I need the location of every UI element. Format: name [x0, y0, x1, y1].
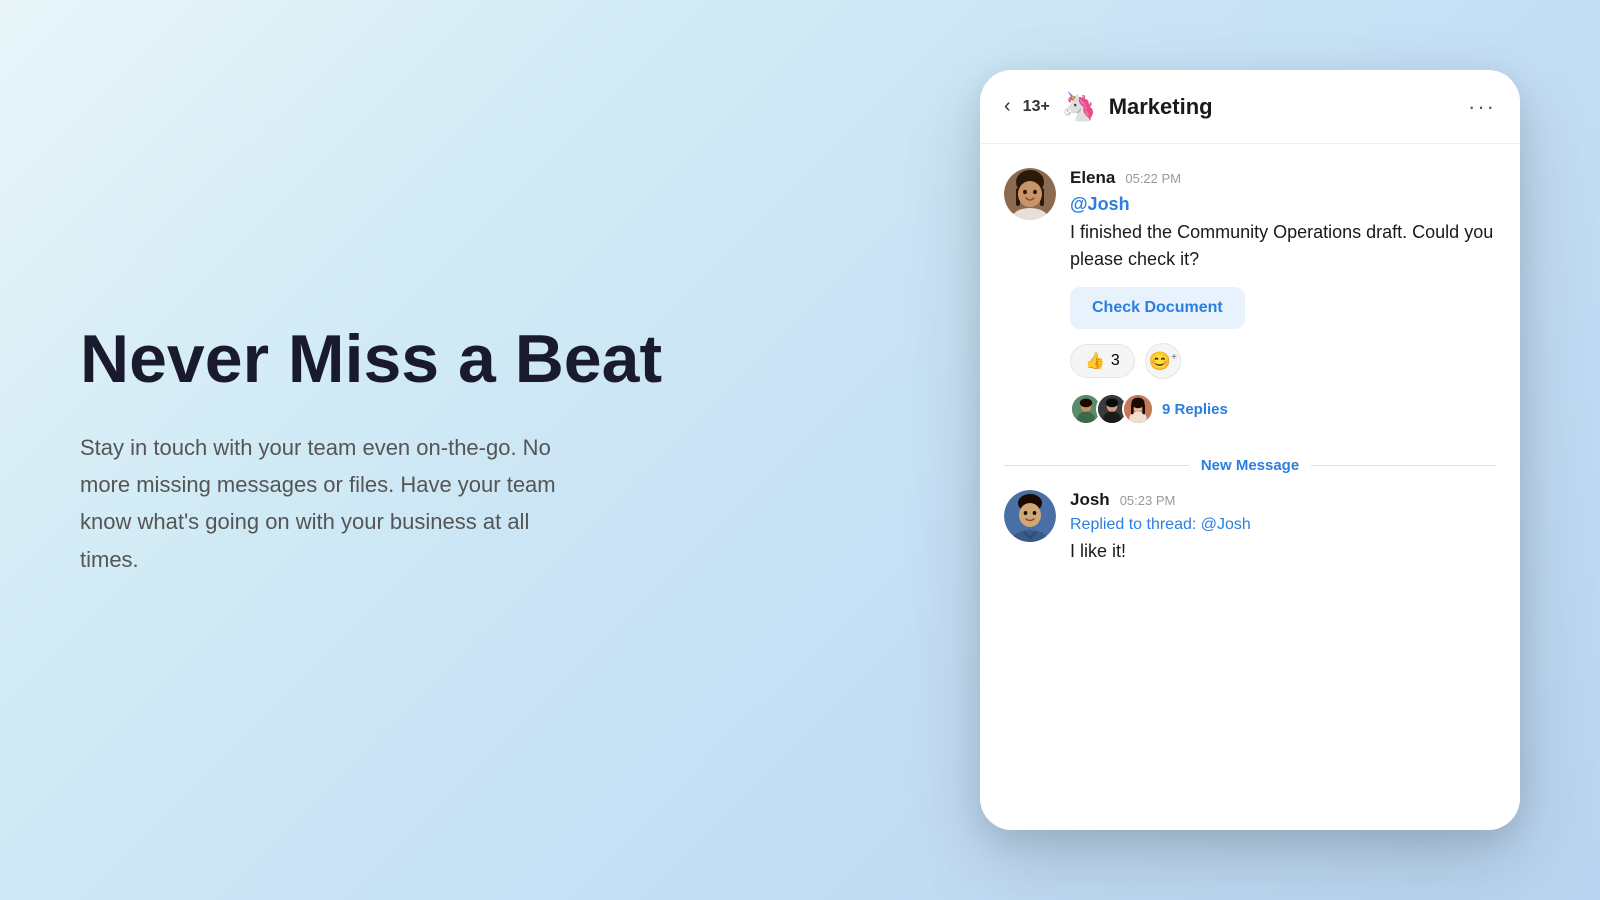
replies-link[interactable]: 9 Replies	[1162, 401, 1228, 418]
add-reaction-button[interactable]: 😊+	[1145, 343, 1181, 379]
josh-time: 05:23 PM	[1120, 493, 1176, 508]
reply-avatar-3	[1122, 393, 1154, 425]
hero-title: Never Miss a Beat	[80, 322, 670, 397]
josh-text: I like it!	[1070, 538, 1496, 565]
elena-time: 05:22 PM	[1125, 171, 1181, 186]
avatar-elena	[1004, 168, 1056, 220]
check-document-button[interactable]: Check Document	[1070, 287, 1245, 329]
elena-message-header: Elena 05:22 PM	[1070, 168, 1496, 188]
member-count: 13+	[1023, 98, 1050, 116]
chat-body: Elena 05:22 PM @Josh I finished the Comm…	[980, 144, 1520, 830]
phone-mockup: ‹ 13+ 🦄 Marketing ···	[980, 70, 1520, 830]
elena-name: Elena	[1070, 168, 1115, 188]
hero-subtitle: Stay in touch with your team even on-the…	[80, 429, 580, 579]
hero-section: Never Miss a Beat Stay in touch with you…	[80, 322, 730, 578]
new-message-divider: New Message	[980, 449, 1520, 490]
channel-emoji: 🦄	[1062, 90, 1097, 123]
josh-message-header: Josh 05:23 PM	[1070, 490, 1496, 510]
message-josh: Josh 05:23 PM Replied to thread: @Josh I…	[980, 490, 1520, 603]
divider-line-left	[1004, 465, 1189, 466]
divider-line-right	[1311, 465, 1496, 466]
avatar-josh	[1004, 490, 1056, 542]
replied-to-mention[interactable]: @Josh	[1201, 516, 1251, 533]
channel-name: Marketing	[1109, 94, 1456, 120]
elena-message-content: Elena 05:22 PM @Josh I finished the Comm…	[1070, 168, 1496, 425]
replied-to-label: Replied to thread: @Josh	[1070, 516, 1496, 534]
josh-name: Josh	[1070, 490, 1110, 510]
chat-header: ‹ 13+ 🦄 Marketing ···	[980, 70, 1520, 144]
reactions: 👍 3 😊+	[1070, 343, 1496, 379]
message-elena: Elena 05:22 PM @Josh I finished the Comm…	[980, 168, 1520, 449]
thread-replies[interactable]: 9 Replies	[1070, 393, 1496, 425]
new-message-label: New Message	[1201, 457, 1299, 474]
back-button[interactable]: ‹	[1004, 95, 1011, 118]
elena-mention[interactable]: @Josh	[1070, 194, 1496, 215]
thumbs-up-emoji: 👍	[1085, 351, 1105, 371]
thumbs-up-reaction[interactable]: 👍 3	[1070, 344, 1135, 378]
replied-to-text: Replied to thread:	[1070, 516, 1196, 533]
more-options-button[interactable]: ···	[1468, 94, 1496, 120]
reaction-count: 3	[1111, 352, 1120, 370]
josh-message-content: Josh 05:23 PM Replied to thread: @Josh I…	[1070, 490, 1496, 579]
reply-avatars	[1070, 393, 1154, 425]
elena-text: I finished the Community Operations draf…	[1070, 219, 1496, 273]
